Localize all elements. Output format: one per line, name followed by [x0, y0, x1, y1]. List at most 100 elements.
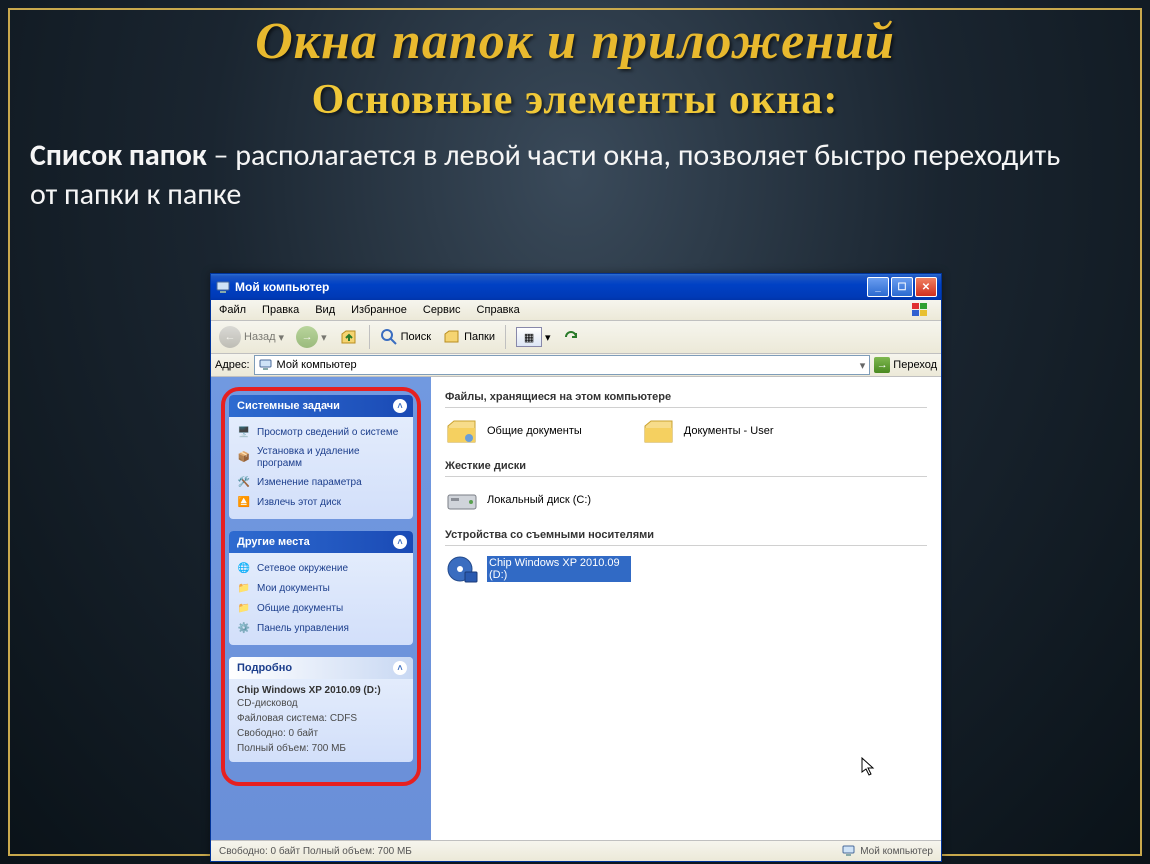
folder-up-icon	[339, 327, 359, 347]
panel-header[interactable]: Другие места ˄	[229, 531, 413, 553]
detail-line: Полный объем: 700 МБ	[237, 741, 405, 756]
body-bold: Список папок	[30, 137, 207, 174]
menu-edit[interactable]: Правка	[254, 304, 307, 316]
item-user-documents[interactable]: Документы - User	[642, 416, 774, 446]
menu-file[interactable]: Файл	[211, 304, 254, 316]
task-label: Сетевое окружение	[257, 563, 348, 575]
place-network[interactable]: 🌐 Сетевое окружение	[237, 559, 405, 579]
task-system-info[interactable]: 🖥️Просмотр сведений о системе	[237, 423, 405, 443]
place-my-docs[interactable]: 📁 Мои документы	[237, 579, 405, 599]
dropdown-icon: ▾	[545, 331, 551, 344]
task-label: Мои документы	[257, 583, 330, 595]
panel-details: Подробно ˄ Chip Windows XP 2010.09 (D:) …	[229, 657, 413, 762]
menu-view[interactable]: Вид	[307, 304, 343, 316]
status-left: Свободно: 0 байт Полный объем: 700 МБ	[219, 846, 412, 857]
detail-line: CD-дисковод	[237, 696, 405, 711]
items-row: Локальный диск (C:)	[445, 485, 927, 515]
eject-icon: ⏏️	[237, 496, 251, 510]
views-button[interactable]: ▦ ▾	[512, 325, 555, 349]
section-header-removable: Устройства со съемными носителями	[445, 525, 927, 546]
sync-icon	[563, 329, 579, 345]
panel-body: 🖥️Просмотр сведений о системе 📦 Установка…	[229, 417, 413, 519]
folder-icon: 📁	[237, 582, 251, 596]
details-title: Chip Windows XP 2010.09 (D:)	[237, 685, 405, 696]
items-row: Общие документы Документы - User	[445, 416, 927, 446]
slide: Окна папок и приложений Основные элемент…	[0, 0, 1150, 864]
folders-button[interactable]: Папки	[439, 326, 499, 348]
collapse-icon: ˄	[393, 399, 407, 413]
panel-body: 🌐 Сетевое окружение 📁 Мои документы 📁Общие…	[229, 553, 413, 645]
window-body: Системные задачи ˄ 🖥️Просмотр сведений о…	[211, 377, 941, 840]
cd-icon	[445, 554, 479, 584]
address-input[interactable]: Мой компьютер ▾	[254, 355, 871, 375]
forward-button[interactable]: → ▾	[292, 324, 331, 350]
sync-button[interactable]	[559, 327, 583, 347]
address-bar: Адрес: Мой компьютер ▾ → Переход	[211, 354, 941, 377]
folder-icon: 📁	[237, 602, 251, 616]
item-shared-documents[interactable]: Общие документы	[445, 416, 582, 446]
task-label: Установка и удаление программ	[257, 446, 405, 470]
task-eject-disk[interactable]: ⏏️ Извлечь этот диск	[237, 493, 405, 513]
xp-window: Мой компьютер _ ☐ ✕ Файл Правка Вид Избр…	[210, 273, 942, 862]
sidebar: Системные задачи ˄ 🖥️Просмотр сведений о…	[211, 377, 431, 840]
titlebar[interactable]: Мой компьютер _ ☐ ✕	[211, 274, 941, 300]
folder-shared-icon	[445, 416, 479, 446]
dropdown-icon: ▾	[279, 331, 285, 344]
go-label: Переход	[893, 359, 937, 371]
item-label: Локальный диск (C:)	[487, 494, 591, 506]
forward-icon: →	[296, 326, 318, 348]
menu-tools[interactable]: Сервис	[415, 304, 469, 316]
programs-icon: 📦	[237, 451, 251, 465]
cursor-icon	[861, 757, 875, 777]
up-button[interactable]	[335, 325, 363, 349]
info-icon: 🖥️	[237, 426, 251, 440]
hdd-icon	[445, 485, 479, 515]
menu-favorites[interactable]: Избранное	[343, 304, 415, 316]
close-button[interactable]: ✕	[915, 277, 937, 297]
place-shared-docs[interactable]: 📁Общие документы	[237, 599, 405, 619]
task-label: Панель управления	[257, 623, 349, 635]
search-icon	[380, 328, 398, 346]
section-header-files: Файлы, хранящиеся на этом компьютере	[445, 387, 927, 408]
slide-title-main: Окна папок и приложений	[0, 12, 1150, 71]
folders-label: Папки	[464, 331, 495, 343]
search-label: Поиск	[401, 331, 431, 343]
back-icon: ←	[219, 326, 241, 348]
statusbar: Свободно: 0 байт Полный объем: 700 МБ Мо…	[211, 840, 941, 861]
views-icon: ▦	[516, 327, 542, 347]
folder-user-icon	[642, 416, 676, 446]
panel-header[interactable]: Системные задачи ˄	[229, 395, 413, 417]
task-label: Изменение параметра	[257, 477, 362, 489]
minimize-button[interactable]: _	[867, 277, 889, 297]
go-icon: →	[874, 357, 890, 373]
dropdown-icon[interactable]: ▾	[860, 359, 866, 372]
slide-title-sub: Основные элементы окна:	[0, 76, 1150, 124]
menubar: Файл Правка Вид Избранное Сервис Справка	[211, 300, 941, 321]
detail-line: Свободно: 0 байт	[237, 726, 405, 741]
menu-help[interactable]: Справка	[469, 304, 528, 316]
address-label: Адрес:	[215, 359, 250, 371]
item-local-disk-c[interactable]: Локальный диск (C:)	[445, 485, 591, 515]
slide-body-text: Список папок – располагается в левой час…	[30, 136, 1090, 214]
panel-header-label: Другие места	[237, 536, 310, 548]
section-header-hdd: Жесткие диски	[445, 456, 927, 477]
task-add-remove[interactable]: 📦 Установка и удаление программ	[237, 443, 405, 473]
windows-flag-icon	[903, 302, 937, 318]
panel-other-places: Другие места ˄ 🌐 Сетевое окружение 📁 Мои д…	[229, 531, 413, 645]
search-button[interactable]: Поиск	[376, 326, 435, 348]
address-value: Мой компьютер	[277, 359, 357, 371]
task-label: Извлечь этот диск	[257, 497, 341, 509]
separator	[505, 325, 506, 349]
panel-header[interactable]: Подробно ˄	[229, 657, 413, 679]
item-label: Документы - User	[684, 425, 774, 437]
maximize-button[interactable]: ☐	[891, 277, 913, 297]
collapse-icon: ˄	[393, 535, 407, 549]
item-label: Chip Windows XP 2010.09 (D:)	[487, 556, 631, 582]
panel-header-label: Подробно	[237, 662, 292, 674]
item-cd-drive-d[interactable]: Chip Windows XP 2010.09 (D:)	[445, 554, 631, 584]
go-button[interactable]: → Переход	[874, 357, 937, 373]
place-control-panel[interactable]: ⚙️Панель управления	[237, 619, 405, 639]
back-button[interactable]: ← Назад ▾	[215, 324, 288, 350]
network-icon: 🌐	[237, 562, 251, 576]
task-change-setting[interactable]: 🛠️Изменение параметра	[237, 473, 405, 493]
